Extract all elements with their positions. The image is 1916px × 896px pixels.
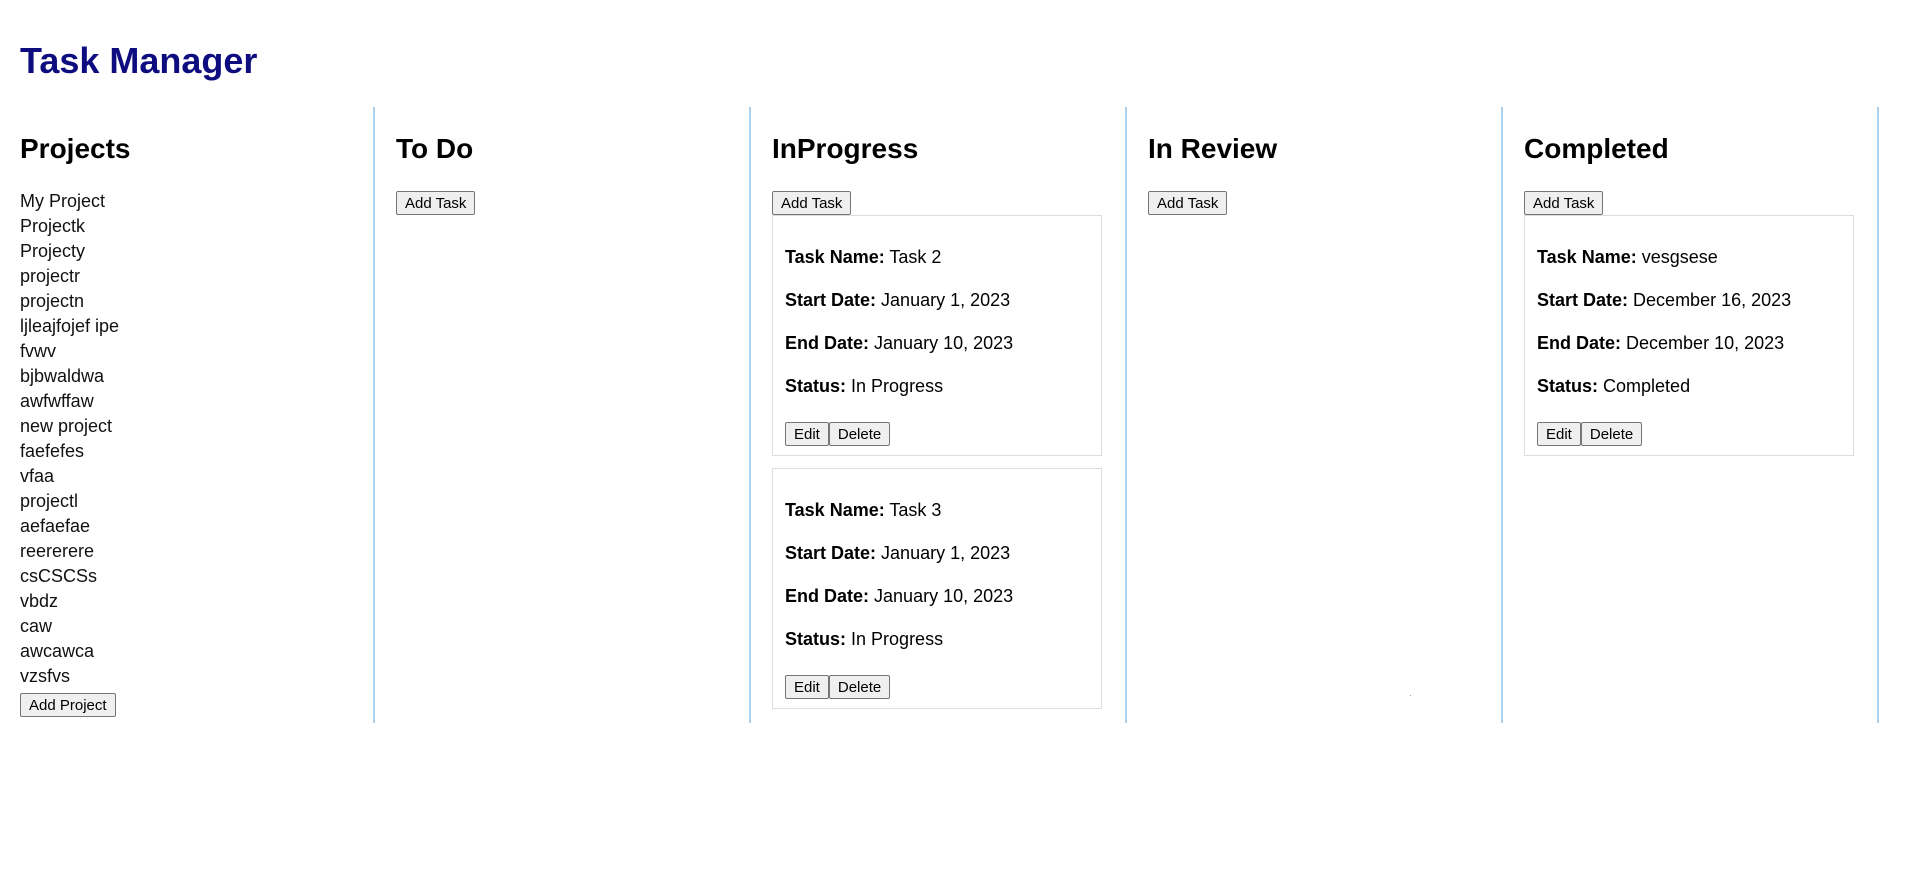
end-date-field: End Date: January 10, 2023 [785,330,1013,356]
status-field: Status: In Progress [785,373,943,399]
end-date-value: January 10, 2023 [874,333,1014,353]
end-date-value: December 10, 2023 [1626,333,1785,353]
delete-task-button[interactable]: Delete [828,675,891,699]
stray-pixel [1410,695,1411,696]
inreview-add-task-button[interactable]: Add Task [1148,191,1228,215]
start-date-label: Start Date: [785,290,877,310]
project-item[interactable]: projectr [20,264,119,289]
edit-task-button[interactable]: Edit [785,422,829,446]
status-field: Status: In Progress [785,626,943,652]
card-actions: Edit Delete [1537,422,1643,446]
project-item[interactable]: vzsfvs [20,664,119,689]
project-item[interactable]: fvwv [20,339,119,364]
status-value: Completed [1603,376,1691,396]
task-name-value: Task 2 [889,247,942,267]
project-item[interactable]: faefefes [20,439,119,464]
todo-heading: To Do [396,133,474,164]
todo-column: To Do Add Task [376,107,749,723]
start-date-value: December 16, 2023 [1633,290,1792,310]
start-date-field: Start Date: December 16, 2023 [1537,287,1791,313]
project-item[interactable]: vbdz [20,589,119,614]
task-name-field: Task Name: Task 3 [785,497,941,523]
project-item[interactable]: ljleajfojef ipe [20,314,119,339]
end-date-value: January 10, 2023 [874,586,1014,606]
projects-heading: Projects [20,133,131,164]
task-name-value: vesgsese [1641,247,1718,267]
projects-column: Projects My Project Projectk Projecty pr… [0,107,374,723]
end-date-field: End Date: January 10, 2023 [785,583,1013,609]
delete-task-button[interactable]: Delete [1580,422,1643,446]
project-item[interactable]: awcawca [20,639,119,664]
project-item[interactable]: new project [20,414,119,439]
end-date-label: End Date: [785,586,870,606]
inreview-heading: In Review [1148,133,1278,164]
project-item[interactable]: awfwffaw [20,389,119,414]
start-date-field: Start Date: January 1, 2023 [785,287,1010,313]
column-divider [373,107,375,723]
add-project-button[interactable]: Add Project [20,693,116,717]
inreview-column: In Review Add Task [1128,107,1501,723]
end-date-label: End Date: [785,333,870,353]
project-item[interactable]: projectn [20,289,119,314]
project-item[interactable]: My Project [20,189,119,214]
app-title: Task Manager [20,40,258,81]
end-date-field: End Date: December 10, 2023 [1537,330,1784,356]
task-name-field: Task Name: vesgsese [1537,244,1718,270]
inprogress-column: InProgress Add Task Task Name: Task 2 St… [752,107,1126,723]
status-label: Status: [1537,376,1599,396]
task-name-label: Task Name: [1537,247,1637,267]
column-divider [1877,107,1879,723]
task-name-value: Task 3 [889,500,942,520]
project-item[interactable]: Projecty [20,239,119,264]
task-name-label: Task Name: [785,247,885,267]
status-label: Status: [785,376,847,396]
project-item[interactable]: reererere [20,539,119,564]
task-card: Task Name: Task 2 Start Date: January 1,… [772,215,1102,456]
column-divider [1125,107,1127,723]
start-date-field: Start Date: January 1, 2023 [785,540,1010,566]
completed-heading: Completed [1524,133,1669,164]
completed-column: Completed Add Task Task Name: vesgsese S… [1504,107,1878,723]
inprogress-add-task-button[interactable]: Add Task [772,191,852,215]
project-item[interactable]: aefaefae [20,514,119,539]
completed-add-task-button[interactable]: Add Task [1524,191,1604,215]
task-name-field: Task Name: Task 2 [785,244,941,270]
edit-task-button[interactable]: Edit [1537,422,1581,446]
kanban-board: Projects My Project Projectk Projecty pr… [0,107,1916,723]
todo-add-task-button[interactable]: Add Task [396,191,476,215]
column-divider [749,107,751,723]
delete-task-button[interactable]: Delete [828,422,891,446]
project-item[interactable]: csCSCSs [20,564,119,589]
edit-task-button[interactable]: Edit [785,675,829,699]
status-label: Status: [785,629,847,649]
task-name-label: Task Name: [785,500,885,520]
start-date-value: January 1, 2023 [881,290,1011,310]
card-actions: Edit Delete [785,675,891,699]
task-card: Task Name: vesgsese Start Date: December… [1524,215,1854,456]
task-manager-app: Task Manager Projects My Project Project… [0,0,1916,896]
status-field: Status: Completed [1537,373,1690,399]
column-divider [1501,107,1503,723]
card-actions: Edit Delete [785,422,891,446]
inprogress-heading: InProgress [772,133,919,164]
project-item[interactable]: vfaa [20,464,119,489]
project-item[interactable]: caw [20,614,119,639]
start-date-label: Start Date: [785,543,877,563]
project-list: My Project Projectk Projecty projectr pr… [20,189,119,689]
status-value: In Progress [851,629,944,649]
status-value: In Progress [851,376,944,396]
task-card: Task Name: Task 3 Start Date: January 1,… [772,468,1102,709]
end-date-label: End Date: [1537,333,1622,353]
project-item[interactable]: Projectk [20,214,119,239]
start-date-label: Start Date: [1537,290,1629,310]
project-item[interactable]: bjbwaldwa [20,364,119,389]
start-date-value: January 1, 2023 [881,543,1011,563]
project-item[interactable]: projectl [20,489,119,514]
